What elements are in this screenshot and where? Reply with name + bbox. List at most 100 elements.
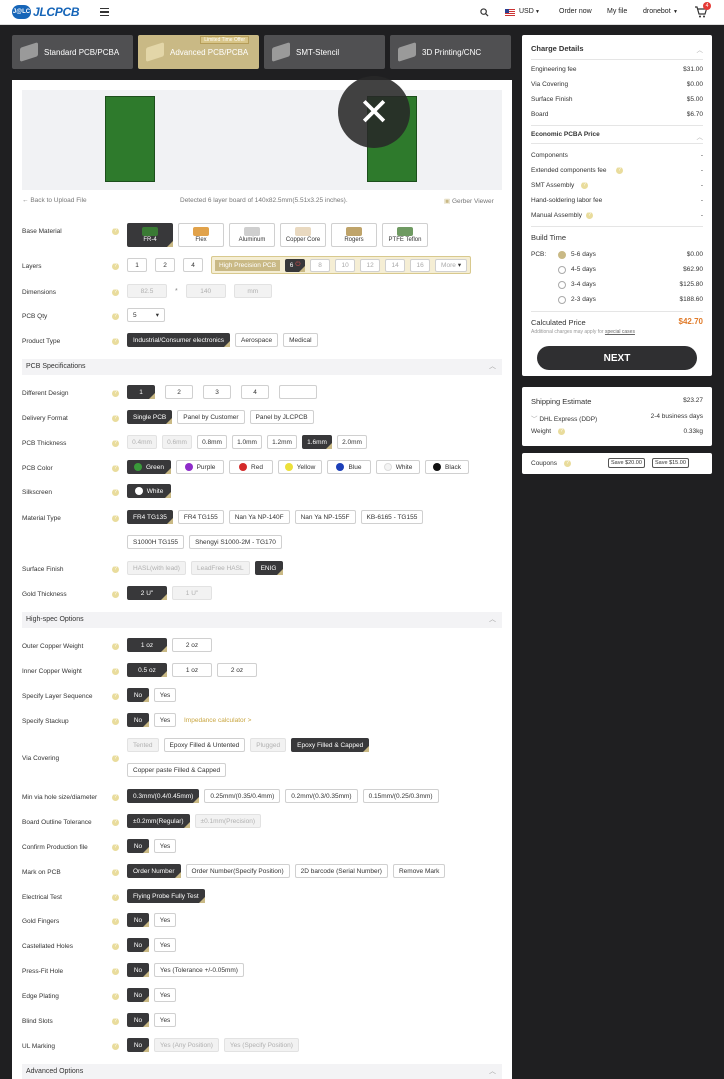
yes-option[interactable]: Yes [154, 1013, 176, 1027]
help-icon[interactable]: ? [112, 440, 119, 447]
finish-leadfree-hasl[interactable]: LeadFree HASL [190, 561, 250, 575]
coupon-15[interactable]: Save $15.00 [652, 458, 689, 468]
advanced-options-header[interactable]: Advanced Options ︿ [22, 1064, 502, 1079]
help-icon[interactable]: ? [112, 918, 119, 925]
help-icon[interactable]: ? [112, 668, 119, 675]
no-option[interactable]: No [127, 1013, 149, 1027]
color-red[interactable]: Red [229, 460, 273, 474]
material-copper-core[interactable]: Copper Core [280, 223, 326, 247]
coupon-20[interactable]: Save $20.00 [608, 458, 645, 468]
help-icon[interactable]: ? [112, 693, 119, 700]
special-cases-link[interactable]: special cases [605, 329, 635, 335]
help-icon[interactable]: ? [112, 755, 119, 762]
material-rogers[interactable]: Rogers [331, 223, 377, 247]
help-icon[interactable]: ? [112, 313, 119, 320]
user-menu[interactable]: dronebot [643, 8, 671, 15]
mark-specify-position[interactable]: Order Number(Specify Position) [185, 864, 290, 878]
yes-option[interactable]: Yes (Tolerance +/-0.05mm) [154, 963, 244, 977]
silkscreen-white[interactable]: White [127, 484, 171, 498]
close-icon[interactable]: ✕ [338, 76, 410, 148]
help-icon[interactable]: ? [112, 993, 119, 1000]
design-option[interactable]: 3 [203, 385, 231, 399]
order-now-link[interactable]: Order now [559, 8, 592, 15]
thickness-option[interactable]: 1.2mm [267, 435, 297, 449]
help-icon[interactable]: ? [112, 844, 119, 851]
help-icon[interactable]: ? [112, 338, 119, 345]
help-icon[interactable]: ? [112, 390, 119, 397]
build-time-radio[interactable] [558, 296, 566, 304]
help-icon[interactable]: ? [112, 489, 119, 496]
delivery-panel-jlcpcb[interactable]: Panel by JLCPCB [249, 410, 314, 424]
copper-option[interactable]: 1 oz [172, 663, 212, 677]
yes-any-position[interactable]: Yes (Any Position) [154, 1038, 219, 1052]
mark-2d-barcode[interactable]: 2D barcode (Serial Number) [294, 864, 388, 878]
layer-option[interactable]: 2 [155, 258, 175, 272]
tab-standard-pcb[interactable]: Standard PCB/PCBA [12, 35, 133, 69]
help-icon[interactable]: ? [112, 263, 119, 270]
color-blue[interactable]: Blue [327, 460, 371, 474]
help-icon[interactable]: ? [112, 289, 119, 296]
material-type-option[interactable]: Shengyi S1000-2M - TG170 [189, 535, 282, 549]
copper-option[interactable]: 2 oz [217, 663, 257, 677]
help-icon[interactable]: ? [112, 415, 119, 422]
finish-hasl-lead[interactable]: HASL(with lead) [127, 561, 186, 575]
impedance-calculator-link[interactable]: Impedance calculator > [184, 717, 251, 724]
layer-option[interactable]: 4 [183, 258, 203, 272]
tab-advanced-pcb[interactable]: Advanced PCB/PCBA Limited Time Offer [138, 35, 259, 69]
mark-remove[interactable]: Remove Mark [392, 864, 446, 878]
shipping-method-select[interactable]: ﹀ DHL Express (DDP) [531, 413, 597, 423]
copper-option[interactable]: 0.5 oz [127, 663, 167, 677]
back-to-upload-link[interactable]: ← Back to Upload File [22, 197, 87, 204]
material-type-option[interactable]: S1000H TG155 [127, 535, 185, 549]
next-button[interactable]: NEXT [537, 346, 697, 370]
help-icon[interactable]: ? [616, 167, 623, 174]
build-time-radio[interactable] [558, 266, 566, 274]
help-icon[interactable]: ? [112, 643, 119, 650]
layer-option[interactable]: 16 [410, 258, 431, 272]
via-size-option[interactable]: 0.3mm/(0.4/0.45mm) [127, 789, 200, 803]
flying-probe-option[interactable]: Flying Probe Fully Test [127, 889, 205, 903]
color-white[interactable]: White [376, 460, 420, 474]
thickness-option[interactable]: 0.4mm [127, 435, 157, 449]
design-option[interactable]: 2 [165, 385, 193, 399]
help-icon[interactable]: ? [112, 228, 119, 235]
via-size-option[interactable]: 0.2mm/(0.3/0.35mm) [285, 789, 358, 803]
help-icon[interactable]: ? [112, 943, 119, 950]
material-type-option[interactable]: Nan Ya NP-140F [228, 510, 290, 524]
tab-smt-stencil[interactable]: SMT-Stencil [264, 35, 385, 69]
material-type-option[interactable]: Nan Ya NP-155F [294, 510, 356, 524]
product-type-aerospace[interactable]: Aerospace [235, 333, 279, 347]
no-option[interactable]: No [127, 1038, 149, 1052]
gold-1u[interactable]: 1 U" [172, 586, 212, 600]
build-time-radio[interactable] [558, 281, 566, 289]
thickness-option-selected[interactable]: 1.6mm [302, 435, 332, 449]
delivery-single-pcb[interactable]: Single PCB [127, 410, 173, 424]
material-type-option[interactable]: FR4 TG135 [127, 510, 173, 524]
layer-option[interactable]: 1 [127, 258, 147, 272]
height-input[interactable]: 140 [185, 284, 226, 298]
yes-option[interactable]: Yes [154, 839, 176, 853]
help-icon[interactable]: ? [112, 515, 119, 522]
no-option[interactable]: No [127, 688, 149, 702]
help-icon[interactable]: ? [586, 212, 593, 219]
layer-option[interactable]: 14 [385, 258, 406, 272]
mark-order-number[interactable]: Order Number [127, 864, 181, 878]
via-epoxy-capped[interactable]: Epoxy Filled & Capped [291, 738, 370, 752]
help-icon[interactable]: ? [112, 1018, 119, 1025]
help-icon[interactable]: ? [564, 460, 571, 467]
finish-enig[interactable]: ENIG [254, 561, 283, 575]
copper-option[interactable]: 1 oz [127, 638, 167, 652]
help-icon[interactable]: ? [112, 591, 119, 598]
material-type-option[interactable]: KB-6165 - TG155 [360, 510, 424, 524]
my-file-link[interactable]: My file [607, 8, 627, 15]
help-icon[interactable]: ? [112, 465, 119, 472]
material-type-option[interactable]: FR4 TG155 [177, 510, 224, 524]
help-icon[interactable]: ? [581, 182, 588, 189]
help-icon[interactable]: ? [112, 1043, 119, 1050]
help-icon[interactable]: ? [558, 428, 565, 435]
thickness-option[interactable]: 2.0mm [337, 435, 367, 449]
copper-option[interactable]: 2 oz [172, 638, 212, 652]
chevron-up-icon[interactable]: ︿ [697, 44, 704, 54]
tab-3d-printing[interactable]: 3D Printing/CNC [390, 35, 511, 69]
via-plugged[interactable]: Plugged [250, 738, 287, 752]
